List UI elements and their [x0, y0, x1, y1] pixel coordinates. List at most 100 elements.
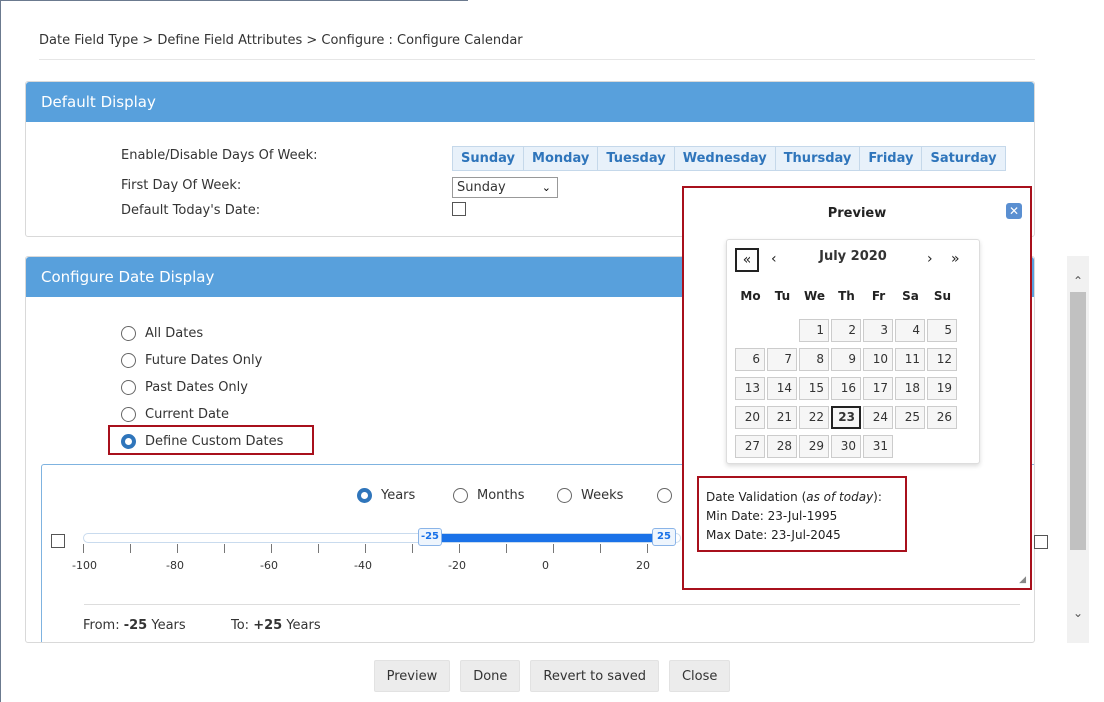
unit-months[interactable]: Months — [453, 488, 525, 503]
day-sunday[interactable]: Sunday — [453, 147, 523, 170]
option-past-dates[interactable]: Past Dates Only — [121, 380, 248, 395]
slider-tick-label: -60 — [260, 559, 278, 572]
weekday-label: We — [804, 289, 825, 303]
calendar-day[interactable]: 3 — [863, 319, 893, 342]
radio-more[interactable] — [657, 488, 672, 503]
radio-past-dates[interactable] — [121, 380, 136, 395]
slider-tick-label: -80 — [166, 559, 184, 572]
close-icon[interactable]: ✕ — [1006, 203, 1022, 219]
action-buttons: Preview Done Revert to saved Close — [0, 660, 1104, 692]
option-future-dates[interactable]: Future Dates Only — [121, 353, 262, 368]
calendar-day[interactable]: 13 — [735, 377, 765, 400]
unit-weeks[interactable]: Weeks — [557, 488, 623, 503]
calendar-day[interactable]: 7 — [767, 348, 797, 371]
calendar-day[interactable]: 17 — [863, 377, 893, 400]
calendar-day[interactable]: 14 — [767, 377, 797, 400]
next-month-button[interactable]: › — [927, 251, 933, 267]
calendar-day[interactable]: 29 — [799, 435, 829, 458]
calendar-day[interactable]: 28 — [767, 435, 797, 458]
calendar-day[interactable]: 12 — [927, 348, 957, 371]
default-today-label: Default Today's Date: — [121, 203, 261, 218]
slider-tick — [83, 544, 84, 553]
radio-weeks[interactable] — [557, 488, 572, 503]
option-current-date[interactable]: Current Date — [121, 407, 229, 422]
range-slider-from-handle[interactable]: -25 — [418, 528, 442, 546]
day-wednesday[interactable]: Wednesday — [673, 147, 775, 170]
option-label: Future Dates Only — [145, 353, 263, 368]
slider-tick — [224, 544, 225, 553]
weekday-label: Su — [933, 289, 952, 303]
calendar-day[interactable]: 4 — [895, 319, 925, 342]
calendar-day[interactable]: 8 — [799, 348, 829, 371]
calendar-day[interactable]: 1 — [799, 319, 829, 342]
unit-more[interactable] — [657, 488, 681, 503]
day-thursday[interactable]: Thursday — [774, 147, 860, 170]
close-button[interactable]: Close — [668, 660, 731, 692]
unit-years[interactable]: Years — [357, 488, 415, 503]
done-button[interactable]: Done — [460, 660, 521, 692]
radio-future-dates[interactable] — [121, 353, 136, 368]
calendar-day[interactable]: 2 — [831, 319, 861, 342]
calendar-day[interactable]: 18 — [895, 377, 925, 400]
chevron-up-icon[interactable]: ⌃ — [1067, 274, 1089, 288]
slider-tick-label: -100 — [72, 559, 97, 572]
option-label: Current Date — [145, 407, 230, 422]
slider-tick-label: -20 — [448, 559, 466, 572]
from-unit: Years — [151, 618, 186, 633]
radio-all-dates[interactable] — [121, 326, 136, 341]
day-friday[interactable]: Friday — [859, 147, 921, 170]
validation-heading: Date Validation (as of today): — [706, 490, 882, 504]
days-of-week-toggle: Sunday Monday Tuesday Wednesday Thursday… — [452, 146, 1006, 171]
calendar-day[interactable]: 22 — [799, 406, 829, 429]
day-tuesday[interactable]: Tuesday — [597, 147, 673, 170]
unit-label: Weeks — [581, 488, 624, 503]
first-day-select[interactable]: Sunday ⌄ — [452, 177, 558, 198]
calendar-day[interactable]: 21 — [767, 406, 797, 429]
range-end-checkbox[interactable] — [1034, 535, 1048, 549]
preview-button[interactable]: Preview — [373, 660, 451, 692]
calendar-day[interactable]: 20 — [735, 406, 765, 429]
resize-grip-icon[interactable]: ◢ — [1019, 575, 1026, 585]
calendar-day[interactable]: 16 — [831, 377, 861, 400]
window-frame-left — [0, 0, 1, 702]
calendar-day[interactable]: 19 — [927, 377, 957, 400]
radio-current-date[interactable] — [121, 407, 136, 422]
slider-tick — [130, 544, 131, 553]
calendar-day[interactable]: 24 — [863, 406, 893, 429]
slider-tick — [318, 544, 319, 553]
calendar-day[interactable]: 9 — [831, 348, 861, 371]
radio-months[interactable] — [453, 488, 468, 503]
chevron-down-icon[interactable]: ⌄ — [1067, 606, 1089, 620]
calendar-day[interactable]: 31 — [863, 435, 893, 458]
day-saturday[interactable]: Saturday — [921, 147, 1004, 170]
calendar-day[interactable]: 11 — [895, 348, 925, 371]
day-monday[interactable]: Monday — [523, 147, 597, 170]
calendar-day[interactable]: 5 — [927, 319, 957, 342]
calendar-day[interactable]: 25 — [895, 406, 925, 429]
scrollbar-thumb[interactable] — [1070, 292, 1086, 550]
next-year-button[interactable]: » — [951, 251, 960, 267]
calendar-day[interactable]: 10 — [863, 348, 893, 371]
slider-tick — [365, 544, 366, 553]
calendar-day[interactable]: 27 — [735, 435, 765, 458]
calendar-day[interactable]: 30 — [831, 435, 861, 458]
radio-years[interactable] — [357, 488, 372, 503]
date-validation-box: Date Validation (as of today): Min Date:… — [697, 476, 907, 552]
calendar-day[interactable]: 6 — [735, 348, 765, 371]
range-slider-to-handle[interactable]: 25 — [652, 528, 676, 546]
revert-button[interactable]: Revert to saved — [530, 660, 659, 692]
scrollbar[interactable]: ⌃ ⌄ — [1067, 256, 1089, 643]
window-frame-top — [0, 0, 468, 1]
option-all-dates[interactable]: All Dates — [121, 326, 203, 341]
breadcrumb-divider — [39, 59, 1035, 60]
unit-label: Months — [477, 488, 525, 503]
calendar-day-today[interactable]: 23 — [831, 406, 861, 429]
calendar-day[interactable]: 15 — [799, 377, 829, 400]
from-value: -25 — [123, 618, 148, 633]
enable-days-label: Enable/Disable Days Of Week: — [121, 148, 318, 163]
range-start-checkbox[interactable] — [51, 534, 65, 548]
default-today-checkbox[interactable] — [452, 202, 466, 216]
calendar-day[interactable]: 26 — [927, 406, 957, 429]
calendar-month-label: July 2020 — [819, 249, 887, 264]
option-label: Past Dates Only — [145, 380, 248, 395]
